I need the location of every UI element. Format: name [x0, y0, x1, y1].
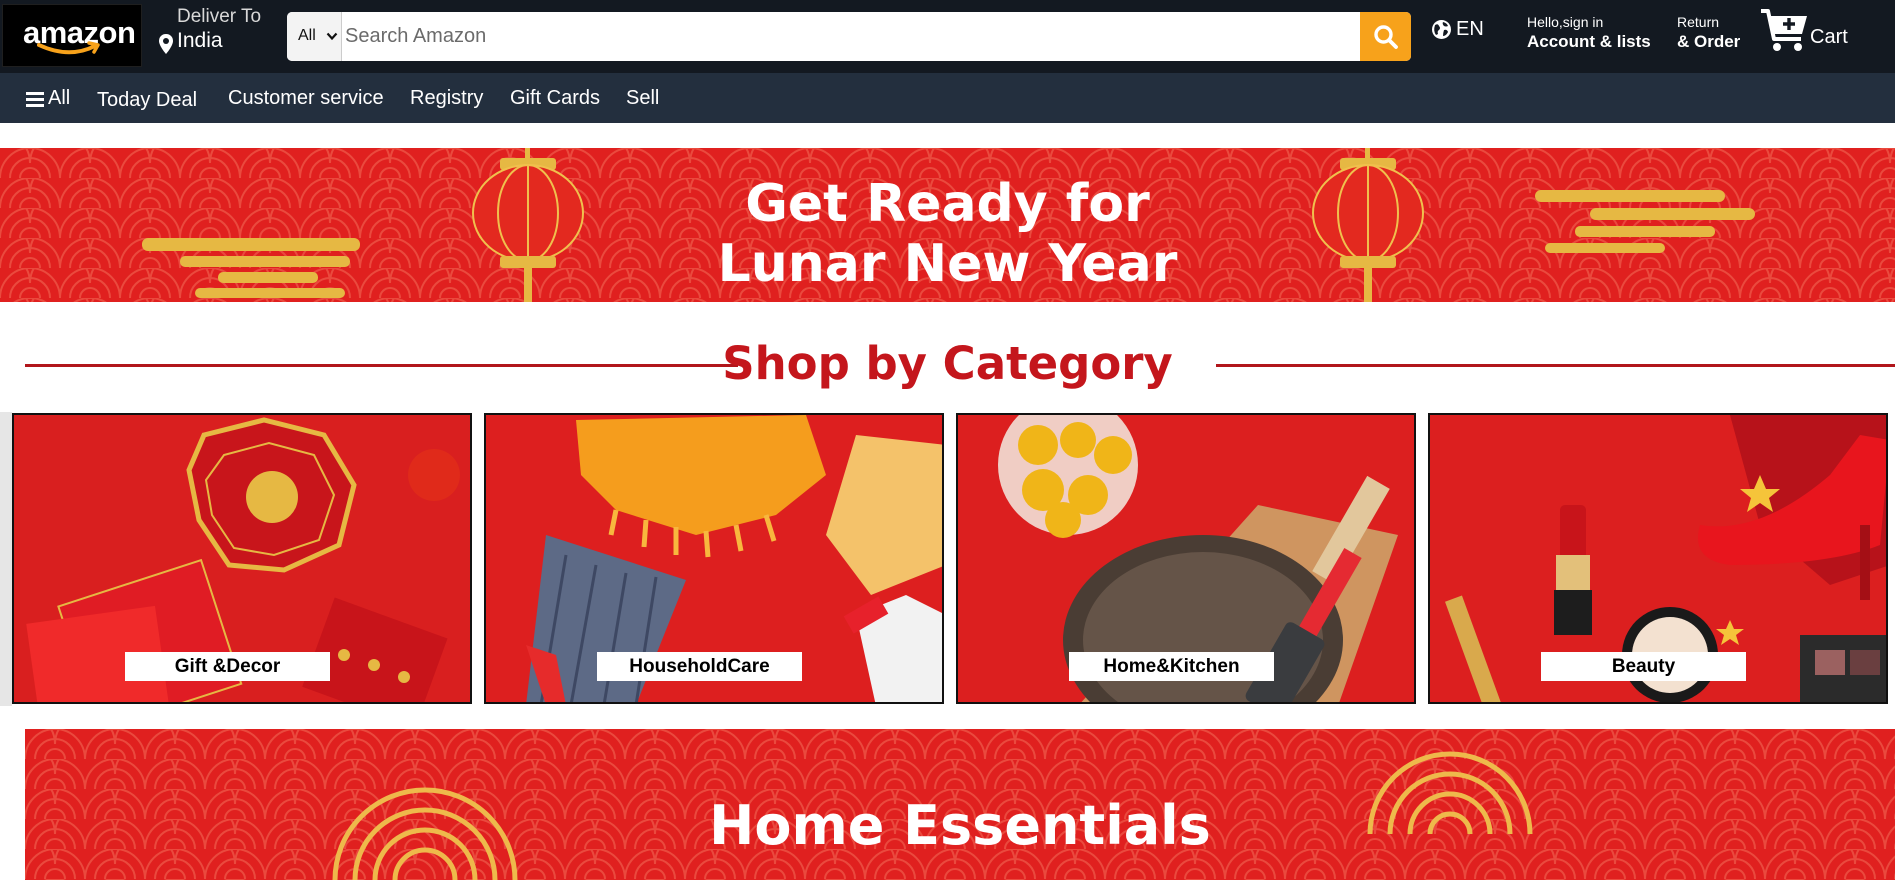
category-label: Beauty	[1541, 652, 1746, 681]
globe-icon	[1432, 20, 1451, 39]
nav-today-deal[interactable]: Today Deal	[97, 89, 197, 112]
all-menu-label: All	[48, 87, 71, 109]
nav-registry[interactable]: Registry	[410, 87, 483, 110]
nav-sell[interactable]: Sell	[626, 87, 659, 110]
category-strip-edge	[0, 412, 12, 706]
returns-and-orders[interactable]: Return & Order	[1677, 14, 1740, 52]
language-code: EN	[1456, 18, 1484, 40]
deliver-label: Deliver To	[177, 6, 262, 27]
hamburger-menu-icon	[26, 92, 44, 107]
returns-label: Return	[1677, 14, 1720, 30]
search-button[interactable]	[1360, 12, 1411, 61]
hero-title-line1: Get Ready for	[745, 174, 1150, 234]
top-navigation-bar: amazon Deliver To India All Search Amazo…	[0, 0, 1895, 73]
search-icon	[1374, 25, 1398, 49]
search-bar: All	[287, 12, 1411, 61]
hero-title-line2: Lunar New Year	[717, 234, 1178, 294]
category-card-beauty[interactable]: Beauty	[1428, 413, 1888, 704]
lunar-new-year-banner[interactable]: Get Ready for Lunar New Year	[0, 148, 1895, 302]
all-menu-button[interactable]: All	[26, 87, 70, 110]
account-label: Account & lists	[1527, 32, 1651, 51]
nav-customer-service[interactable]: Customer service	[228, 87, 384, 110]
cart-label: Cart	[1810, 26, 1848, 48]
home-essentials-banner[interactable]: Home Essentials	[25, 729, 1895, 880]
account-and-lists[interactable]: Hello,sign in Account & lists	[1527, 14, 1651, 52]
orders-label: & Order	[1677, 32, 1741, 51]
search-category-value: All	[298, 27, 316, 44]
cart-icon	[1761, 9, 1807, 51]
account-greeting: Hello,sign in	[1527, 14, 1604, 30]
amazon-logo[interactable]: amazon	[2, 4, 142, 67]
location-pin-icon	[159, 34, 173, 54]
nav-gift-cards[interactable]: Gift Cards	[510, 87, 600, 110]
chevron-down-icon	[326, 32, 338, 41]
category-card-household-care[interactable]: HouseholdCare	[484, 413, 944, 704]
logo-smile-icon	[37, 41, 100, 55]
category-card-gift-decor[interactable]: Gift &Decor	[12, 413, 472, 704]
section-divider-right	[1216, 364, 1895, 367]
category-card-home-kitchen[interactable]: Home&Kitchen	[956, 413, 1416, 704]
search-category-select[interactable]: All	[287, 12, 342, 61]
secondary-navigation: All Today Deal Customer service Registry…	[0, 73, 1895, 123]
home-essentials-title: Home Essentials	[709, 794, 1211, 857]
category-label: Home&Kitchen	[1069, 652, 1274, 681]
category-label: Gift &Decor	[125, 652, 330, 681]
deliver-location: India	[177, 29, 223, 52]
search-input[interactable]	[343, 12, 1346, 61]
category-label: HouseholdCare	[597, 652, 802, 681]
